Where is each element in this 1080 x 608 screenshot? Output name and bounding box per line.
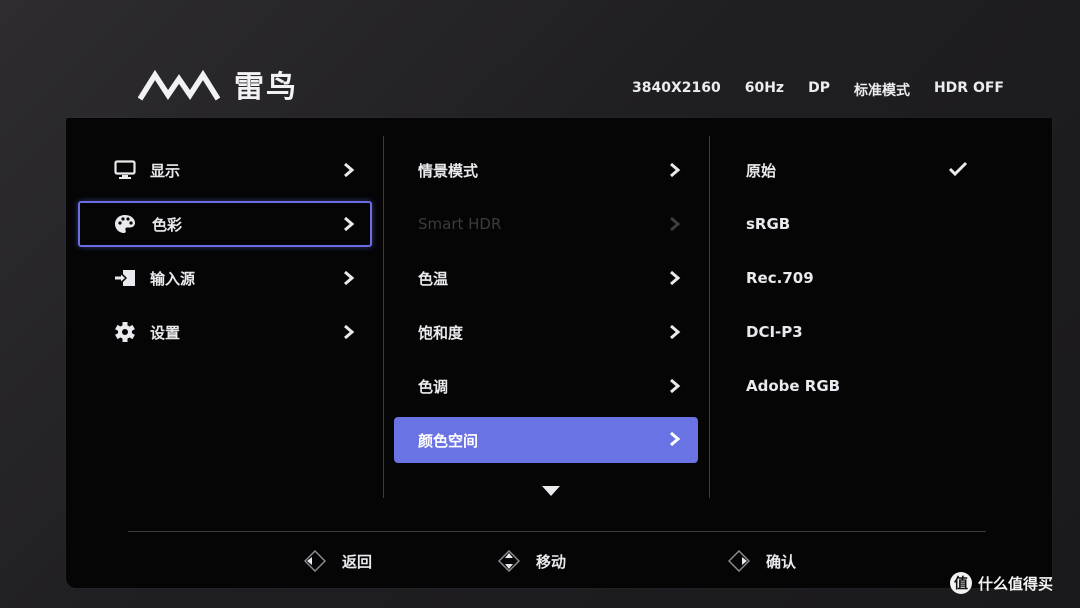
brand-mark-icon xyxy=(138,69,220,101)
chevron-right-icon xyxy=(670,378,681,394)
chevron-right-icon xyxy=(670,324,681,340)
palette-icon xyxy=(115,215,135,233)
dpad-right-icon xyxy=(728,550,750,572)
submenu-item-saturation[interactable]: 饱和度 xyxy=(394,305,698,359)
brand-name: 雷鸟 xyxy=(234,70,298,105)
option-label: Adobe RGB xyxy=(746,377,841,395)
chevron-right-icon xyxy=(344,216,355,232)
option-dci-p3[interactable]: DCI-P3 xyxy=(722,305,1012,359)
option-label: sRGB xyxy=(746,215,791,233)
chevron-right-icon xyxy=(670,431,681,447)
submenu-item-color-temperature[interactable]: 色温 xyxy=(394,251,698,305)
option-adobe-rgb[interactable]: Adobe RGB xyxy=(722,359,1012,413)
footer-move-hint: 移动 xyxy=(498,550,566,572)
status-mode: 标准模式 xyxy=(853,83,910,99)
sub-menu: 情景模式 Smart HDR 色温 饱和度 色调 颜色空间 xyxy=(394,143,698,467)
dpad-left-icon xyxy=(304,550,326,572)
option-srgb[interactable]: sRGB xyxy=(722,197,1012,251)
gear-icon xyxy=(115,322,135,342)
option-native[interactable]: 原始 xyxy=(722,143,1012,197)
option-label: 原始 xyxy=(746,161,777,180)
submenu-item-scene-mode[interactable]: 情景模式 xyxy=(394,143,698,197)
brand-logo: 雷鸟 xyxy=(138,62,298,106)
menu-item-color[interactable]: 色彩 xyxy=(78,201,372,247)
watermark-badge: 值 xyxy=(950,572,972,594)
submenu-item-smart-hdr: Smart HDR xyxy=(394,197,698,251)
option-label: DCI-P3 xyxy=(746,323,803,341)
status-refresh: 60Hz xyxy=(744,80,785,96)
main-menu: 显示 色彩 输入源 设置 xyxy=(78,143,372,359)
osd-menu-panel: 显示 色彩 输入源 设置 情景模式 Smart HDR 色温 饱和度 色调 颜色… xyxy=(66,118,1052,588)
color-space-options: 原始 sRGB Rec.709 DCI-P3 Adobe RGB xyxy=(722,143,1012,413)
status-input: DP xyxy=(808,80,830,96)
menu-item-label: 输入源 xyxy=(150,269,196,288)
submenu-item-label: 饱和度 xyxy=(418,323,464,342)
dpad-up-down-icon xyxy=(498,550,520,572)
chevron-right-icon xyxy=(670,162,681,178)
input-source-icon xyxy=(115,270,135,286)
checkmark-icon xyxy=(948,161,968,177)
chevron-right-icon xyxy=(344,162,355,178)
chevron-right-icon xyxy=(670,216,681,232)
chevron-right-icon xyxy=(344,324,355,340)
menu-item-display[interactable]: 显示 xyxy=(78,143,372,197)
footer-back-label: 返回 xyxy=(342,552,373,571)
column-divider xyxy=(709,136,710,498)
status-hdr: HDR OFF xyxy=(933,80,1004,96)
watermark-text: 什么值得买 xyxy=(978,574,1054,593)
submenu-item-label: Smart HDR xyxy=(418,215,502,233)
column-divider xyxy=(383,136,384,498)
submenu-item-color-space[interactable]: 颜色空间 xyxy=(394,417,698,463)
option-label: Rec.709 xyxy=(746,269,814,287)
top-bar: 雷鸟 3840X2160 60Hz DP 标准模式 HDR OFF xyxy=(0,0,1080,118)
signal-status: 3840X2160 60Hz DP 标准模式 HDR OFF xyxy=(632,80,1004,100)
menu-item-label: 设置 xyxy=(150,323,181,342)
site-watermark: 值 什么值得买 xyxy=(950,572,1053,594)
submenu-item-label: 色调 xyxy=(418,377,449,396)
footer-confirm-label: 确认 xyxy=(766,552,797,571)
menu-item-label: 色彩 xyxy=(152,215,183,234)
option-rec709[interactable]: Rec.709 xyxy=(722,251,1012,305)
menu-item-settings[interactable]: 设置 xyxy=(78,305,372,359)
menu-item-input-source[interactable]: 输入源 xyxy=(78,251,372,305)
footer-back-hint: 返回 xyxy=(304,550,372,572)
footer-divider xyxy=(128,531,986,532)
footer-move-label: 移动 xyxy=(536,552,567,571)
submenu-item-label: 情景模式 xyxy=(418,161,479,180)
monitor-icon xyxy=(114,160,136,179)
footer-confirm-hint: 确认 xyxy=(728,550,796,572)
menu-item-label: 显示 xyxy=(150,161,181,180)
chevron-right-icon xyxy=(344,270,355,286)
status-resolution: 3840X2160 xyxy=(631,80,721,96)
submenu-item-label: 色温 xyxy=(418,269,449,288)
scroll-down-icon[interactable] xyxy=(540,484,562,498)
submenu-item-hue[interactable]: 色调 xyxy=(394,359,698,413)
submenu-item-label: 颜色空间 xyxy=(418,431,479,450)
chevron-right-icon xyxy=(670,270,681,286)
